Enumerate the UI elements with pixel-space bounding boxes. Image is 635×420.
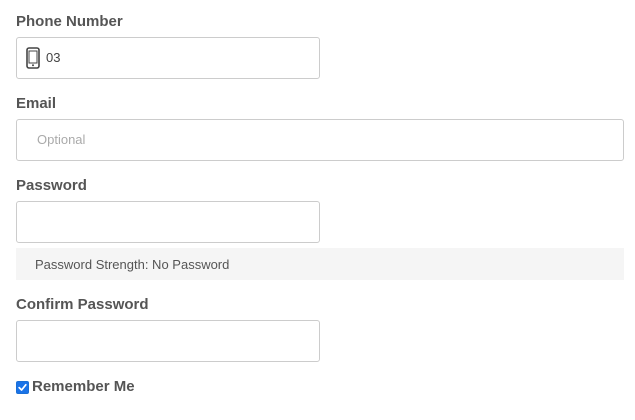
phone-number-input[interactable]: 03: [16, 37, 320, 79]
remember-me-label[interactable]: Remember Me: [32, 378, 135, 396]
email-placeholder: Optional: [37, 132, 86, 147]
email-input[interactable]: Optional: [16, 119, 624, 161]
mobile-phone-icon: [26, 47, 40, 69]
remember-me-checkbox[interactable]: [16, 381, 29, 394]
confirm-password-input[interactable]: [16, 320, 320, 362]
checkmark-icon: [18, 383, 27, 391]
password-strength-meter: Password Strength: No Password: [16, 248, 624, 280]
phone-number-value: 03: [46, 50, 61, 65]
phone-number-label: Phone Number: [16, 13, 123, 30]
password-input[interactable]: [16, 201, 320, 243]
password-strength-text: Password Strength: No Password: [35, 257, 230, 272]
confirm-password-label: Confirm Password: [16, 296, 149, 313]
password-label: Password: [16, 177, 87, 194]
email-label: Email: [16, 95, 57, 112]
